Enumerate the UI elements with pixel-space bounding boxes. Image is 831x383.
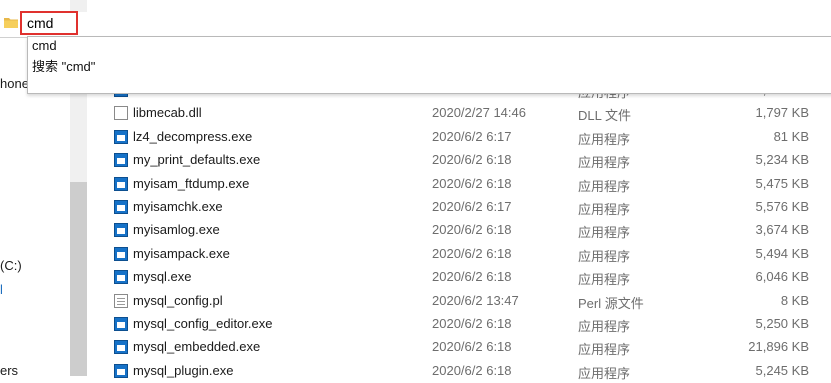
file-size: 3,674 KB	[755, 222, 810, 238]
file-name: myisamlog.exe	[133, 222, 220, 238]
file-date-modified: 2020/6/2 6:18	[432, 222, 512, 238]
file-row[interactable]: myisampack.exe 2020/6/2 6:18 应用程序 5,494 KB	[87, 243, 831, 266]
file-date-modified: 2020/6/2 6:18	[432, 245, 512, 261]
file-type: 应用程序	[578, 225, 631, 241]
file-size: 5,475 KB	[755, 175, 810, 191]
file-size: 5,250 KB	[755, 316, 810, 331]
address-input[interactable]: cmd	[20, 11, 78, 35]
file-row[interactable]: mysql_embedded.exe 2020/6/2 6:18 应用程序 21,89…	[87, 336, 831, 359]
file-type: 应用程序	[578, 202, 631, 217]
exe-icon	[114, 176, 128, 191]
file-size: 81 KB	[773, 128, 809, 144]
file-type: 应用程序	[578, 131, 631, 147]
file-date-modified: 2020/6/2 6:18	[432, 269, 512, 285]
file-type: DLL 文件	[578, 108, 631, 124]
file-size: 5,494 KB	[755, 245, 810, 261]
dll-file-icon	[114, 106, 128, 121]
exe-icon	[114, 317, 128, 331]
file-type: 应用程序	[578, 248, 631, 264]
nav-scrollbar-thumb[interactable]	[70, 182, 87, 376]
exe-icon	[114, 153, 128, 168]
file-type: 应用程序	[578, 155, 631, 171]
file-size: 5,234 KB	[755, 152, 810, 168]
file-name: mysql_config.pl	[133, 292, 223, 308]
file-type: 应用程序	[578, 319, 631, 334]
nav-item-label: l	[0, 282, 3, 297]
file-row[interactable]: lz4_decompress.exe 2020/6/2 6:17 应用程序 81 KB	[87, 126, 831, 149]
file-size: 6,046 KB	[755, 269, 810, 285]
file-name: myisam_ftdump.exe	[133, 175, 250, 191]
file-date-modified: 2020/6/2 6:18	[432, 316, 512, 331]
nav-item-partial[interactable]: l	[0, 282, 3, 297]
file-type: 应用程序	[578, 272, 631, 288]
text-file-icon	[114, 293, 128, 308]
file-type: 应用程序	[578, 365, 631, 381]
exe-icon	[114, 223, 128, 238]
file-size: 5,576 KB	[755, 199, 810, 214]
file-row[interactable]: myisam_ftdump.exe 2020/6/2 6:18 应用程序 5,475 …	[87, 173, 831, 196]
exe-icon	[114, 129, 128, 144]
file-row[interactable]: mysql_plugin.exe 2020/6/2 6:18 应用程序 5,245 K…	[87, 360, 831, 383]
file-name: mysql.exe	[133, 269, 192, 285]
file-date-modified: 2020/6/2 13:47	[432, 292, 519, 308]
file-name: mysql_embedded.exe	[133, 339, 261, 355]
file-row[interactable]: my_print_defaults.exe 2020/6/2 6:18 应用程序 5,…	[87, 149, 831, 172]
file-date-modified: 2020/6/2 6:18	[432, 152, 512, 168]
folder-icon	[4, 18, 18, 28]
file-type: Perl 源文件	[578, 295, 644, 311]
file-size: 1,797 KB	[755, 105, 810, 121]
address-bar[interactable]	[0, 12, 831, 38]
file-name: myisamchk.exe	[133, 199, 223, 214]
file-row[interactable]: mysql.exe 2020/6/2 6:18 应用程序 6,046 KB	[87, 266, 831, 289]
address-suggestion-dropdown: cmd 搜索 "cmd"	[27, 36, 831, 94]
exe-icon	[114, 200, 128, 214]
file-size: 8 KB	[780, 292, 809, 308]
exe-icon	[114, 246, 128, 261]
suggestion-cmd[interactable]: cmd	[32, 38, 57, 53]
nav-item-label: (C:)	[0, 258, 22, 273]
file-name: my_print_defaults.exe	[133, 152, 261, 168]
file-size: 21,896 KB	[748, 339, 809, 355]
file-row[interactable]: libmecab.dll 2020/2/27 14:46 DLL 文件 1,797 K…	[87, 102, 831, 125]
file-row[interactable]: myisamchk.exe 2020/6/2 6:17 应用程序 5,576 KB	[87, 196, 831, 219]
exe-icon	[114, 340, 128, 355]
suggestion-search-cmd[interactable]: 搜索 "cmd"	[32, 56, 95, 75]
file-date-modified: 2020/6/2 6:18	[432, 175, 512, 191]
file-name: mysql_config_editor.exe	[133, 316, 273, 331]
file-name: libmecab.dll	[133, 105, 202, 121]
file-row[interactable]: myisamlog.exe 2020/6/2 6:18 应用程序 3,674 KB	[87, 219, 831, 242]
file-date-modified: 2020/6/2 6:18	[432, 339, 512, 355]
nav-item-onedrive-partial[interactable]: hone	[0, 76, 29, 91]
file-row[interactable]: mysql_config_editor.exe 2020/6/2 6:18 应用程序…	[87, 313, 831, 336]
file-date-modified: 2020/6/2 6:17	[432, 199, 512, 214]
nav-item-label: hone	[0, 76, 29, 91]
file-date-modified: 2020/6/2 6:17	[432, 128, 512, 144]
file-type: 应用程序	[578, 342, 631, 358]
nav-item-drive-c[interactable]: (C:)	[0, 258, 22, 273]
file-date-modified: 2020/2/27 14:46	[432, 105, 526, 121]
exe-icon	[114, 270, 128, 285]
file-row[interactable]: mysql_config.pl 2020/6/2 13:47 Perl 源文件 8 K…	[87, 290, 831, 313]
file-name: myisampack.exe	[133, 245, 230, 261]
file-type: 应用程序	[578, 178, 631, 194]
file-name: lz4_decompress.exe	[133, 128, 253, 144]
